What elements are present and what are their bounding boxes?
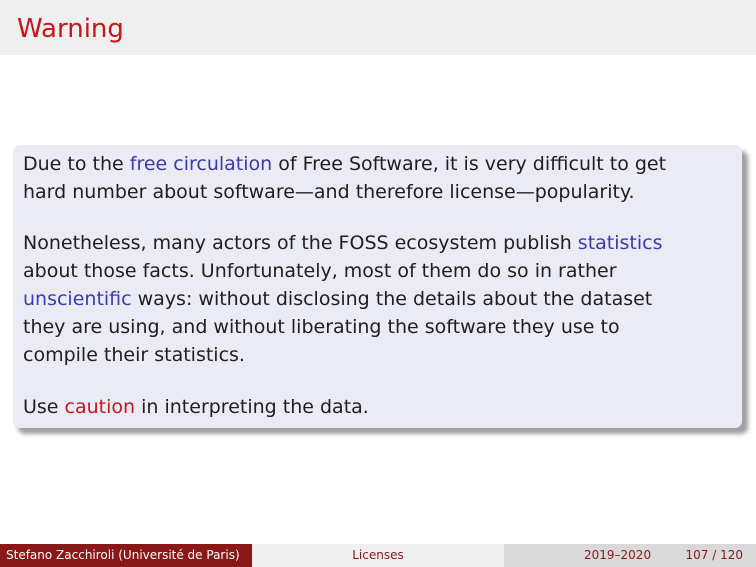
footer-right-section: 2019–2020 107 / 120 bbox=[504, 544, 756, 567]
p2-line2: about those facts. Unfortunately, most o… bbox=[23, 260, 617, 282]
p2-line5: compile their statistics. bbox=[23, 344, 245, 366]
caution-highlight: caution bbox=[64, 396, 136, 418]
slide-title: Warning bbox=[17, 14, 124, 44]
p3-text-before: Use bbox=[23, 396, 65, 418]
p1-text-before: Due to the bbox=[23, 153, 130, 175]
free-circulation-highlight: free circulation bbox=[129, 153, 273, 175]
footer-author-section: Stefano Zacchiroli (Université de Paris) bbox=[0, 544, 252, 567]
p1-line2: hard number about software—and therefore… bbox=[23, 181, 635, 203]
unscientific-highlight: unscientific bbox=[23, 288, 132, 310]
paragraph-caution: Use caution in interpreting the data. bbox=[23, 393, 369, 421]
p2-line4: they are using, and without liberating t… bbox=[23, 316, 620, 338]
footer: Stefano Zacchiroli (Université de Paris)… bbox=[0, 544, 756, 567]
p2-line3-text: ways: without disclosing the details abo… bbox=[131, 288, 653, 310]
p1-text-after: of Free Software, it is very difficult t… bbox=[272, 153, 667, 175]
footer-title: Licenses bbox=[252, 544, 504, 567]
p2-line1-text: Nonetheless, many actors of the FOSS eco… bbox=[23, 232, 578, 254]
footer-date: 2019–2020 bbox=[584, 548, 652, 562]
paragraph-statistics: Nonetheless, many actors of the FOSS eco… bbox=[23, 229, 663, 369]
statistics-highlight: statistics bbox=[577, 232, 663, 254]
p3-text-after: in interpreting the data. bbox=[135, 396, 369, 418]
footer-page-number: 107 / 120 bbox=[685, 548, 743, 562]
paragraph-free-circulation: Due to the free circulation of Free Soft… bbox=[23, 150, 666, 206]
title-bar: Warning bbox=[0, 0, 756, 55]
footer-author: Stefano Zacchiroli (Université de Paris) bbox=[6, 548, 240, 562]
